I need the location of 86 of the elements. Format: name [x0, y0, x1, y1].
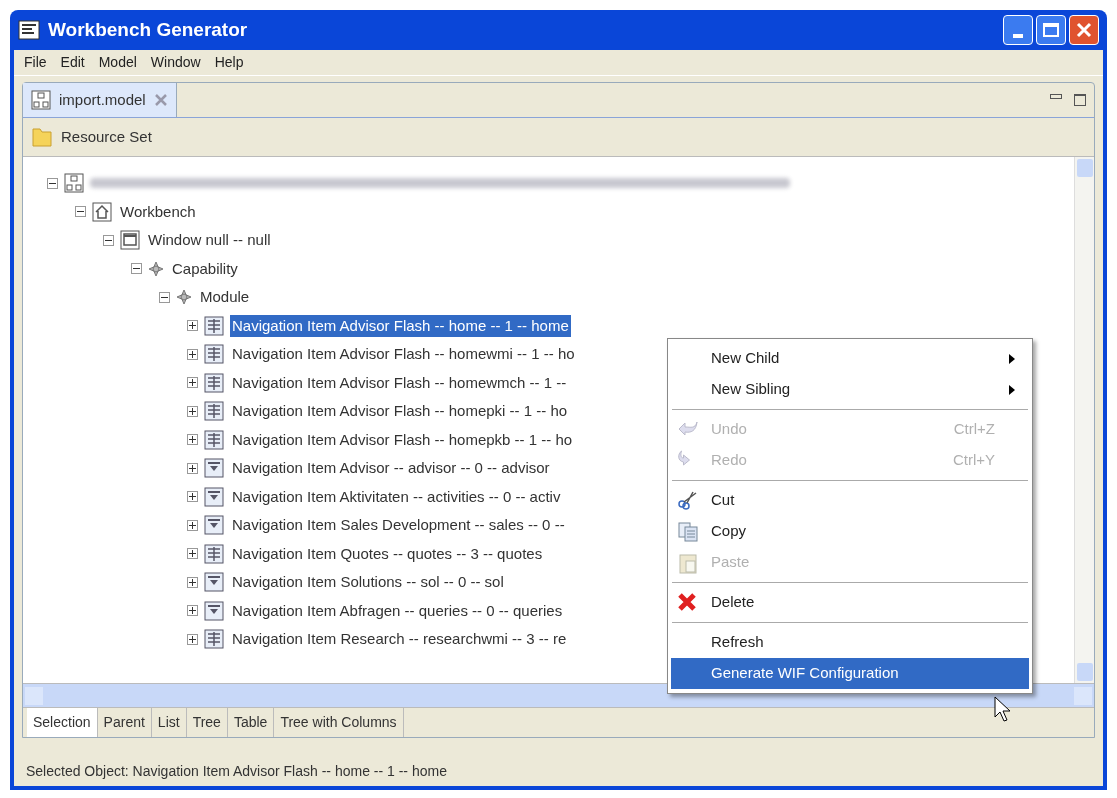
- tree-item[interactable]: Capability: [170, 257, 240, 280]
- tree-item[interactable]: Navigation Item Research -- researchwmi -- 3 -- re: [230, 628, 569, 651]
- collapse-icon[interactable]: [75, 206, 86, 218]
- dropdown-icon: [204, 600, 224, 621]
- tree-item[interactable]: Navigation Item Advisor Flash -- homepkb -- 1 -- ho: [230, 428, 575, 451]
- menu-item[interactable]: File: [24, 52, 47, 73]
- tree-item[interactable]: Navigation Item Advisor -- advisor -- 0 -- advisor: [230, 457, 552, 480]
- grid-icon: [204, 429, 224, 450]
- folder-icon: [31, 126, 53, 148]
- expand-icon[interactable]: [187, 377, 198, 389]
- editor-tab[interactable]: import.model: [23, 83, 177, 117]
- menu-item[interactable]: Cut: [671, 485, 1029, 516]
- menu-item[interactable]: New Sibling: [671, 374, 1029, 405]
- menu-item[interactable]: Delete: [671, 587, 1029, 618]
- diamond-icon: [148, 260, 164, 277]
- minimize-view-icon[interactable]: [1050, 94, 1062, 99]
- expand-icon[interactable]: [187, 320, 198, 332]
- expand-icon[interactable]: [187, 491, 198, 503]
- expand-icon[interactable]: [187, 434, 198, 446]
- tree-item[interactable]: Window null -- null: [146, 229, 273, 252]
- redo-arrow-icon: [677, 450, 691, 466]
- dropdown-icon: [204, 572, 224, 593]
- grid-icon: [204, 315, 224, 336]
- grid-icon: [204, 344, 224, 365]
- expand-icon[interactable]: [187, 576, 198, 588]
- tree-item[interactable]: Navigation Item Aktivitaten -- activities -- 0 -- activ: [230, 485, 563, 508]
- close-button[interactable]: [1069, 15, 1099, 45]
- status-text: Selected Object: Navigation Item Advisor Flash -- home -- 1 -- home: [25, 761, 448, 781]
- copy-icon: [677, 521, 699, 543]
- collapse-icon[interactable]: [159, 291, 170, 303]
- vertical-scrollbar[interactable]: [1074, 157, 1094, 683]
- resource-set-label: Resource Set: [61, 126, 152, 147]
- close-icon: [1076, 22, 1092, 38]
- tree-item[interactable]: Navigation Item Sales Development -- sales -- 0 --: [230, 514, 567, 537]
- dropdown-icon: [204, 458, 224, 479]
- clipboard-icon: [677, 552, 699, 574]
- tree-item[interactable]: Navigation Item Advisor Flash -- homewmch -- 1 --: [230, 371, 569, 394]
- model-icon: [64, 173, 84, 194]
- grid-icon: [204, 401, 224, 422]
- view-tab[interactable]: Selection: [27, 708, 98, 737]
- tree-item[interactable]: Navigation Item Advisor Flash -- homepki -- 1 -- ho: [230, 400, 570, 423]
- undo-arrow-icon: [677, 419, 699, 437]
- app-icon: [18, 20, 40, 40]
- scissors-icon: [677, 490, 699, 510]
- diamond-icon: [176, 289, 192, 306]
- menu-item[interactable]: Edit: [60, 52, 85, 73]
- window-title: Workbench Generator: [48, 17, 248, 42]
- expand-icon[interactable]: [187, 605, 198, 617]
- grid-icon: [204, 372, 224, 393]
- delete-icon: [677, 592, 697, 612]
- window-icon: [120, 230, 140, 251]
- dropdown-icon: [204, 486, 224, 507]
- collapse-icon[interactable]: [47, 177, 58, 189]
- menu-item[interactable]: Model: [98, 52, 137, 73]
- tree-item[interactable]: Navigation Item Quotes -- quotes -- 3 -- quotes: [230, 542, 545, 565]
- collapse-icon[interactable]: [131, 263, 142, 275]
- mouse-cursor-icon: [994, 696, 1012, 722]
- maximize-button[interactable]: [1036, 15, 1066, 45]
- tree-item[interactable]: Navigation Item Advisor Flash -- homewmi -- 1 -- ho: [230, 343, 577, 366]
- expand-icon[interactable]: [187, 633, 198, 645]
- grid-icon: [204, 543, 224, 564]
- menu-item[interactable]: Copy: [671, 516, 1029, 547]
- menu-item[interactable]: New Child: [671, 343, 1029, 374]
- model-icon: [31, 90, 51, 110]
- menu-item[interactable]: Refresh: [671, 627, 1029, 658]
- grid-icon: [204, 629, 224, 650]
- collapse-icon[interactable]: [103, 234, 114, 246]
- house-icon: [92, 201, 112, 222]
- tree-item[interactable]: Navigation Item Advisor Flash -- home -- 1 -- home: [230, 314, 571, 337]
- menu-item[interactable]: Generate WIF Configuration: [671, 658, 1029, 689]
- minimize-button[interactable]: [1003, 15, 1033, 45]
- expand-icon[interactable]: [187, 519, 198, 531]
- menu-item[interactable]: Help: [214, 52, 244, 73]
- menu-item[interactable]: Window: [150, 52, 201, 73]
- expand-icon[interactable]: [187, 548, 198, 560]
- dropdown-icon: [204, 515, 224, 536]
- expand-icon[interactable]: [187, 405, 198, 417]
- submenu-arrow-icon: [1009, 353, 1015, 364]
- maximize-view-icon[interactable]: [1074, 94, 1086, 106]
- tree-item[interactable]: Navigation Item Abfragen -- queries -- 0 -- queries: [230, 599, 565, 622]
- tree-item[interactable]: Navigation Item Solutions -- sol -- 0 -- sol: [230, 571, 506, 594]
- expand-icon[interactable]: [187, 348, 198, 360]
- tree-item[interactable]: Workbench: [118, 200, 198, 223]
- expand-icon[interactable]: [187, 462, 198, 474]
- tree-item[interactable]: Module: [198, 286, 252, 309]
- submenu-arrow-icon: [1009, 384, 1015, 395]
